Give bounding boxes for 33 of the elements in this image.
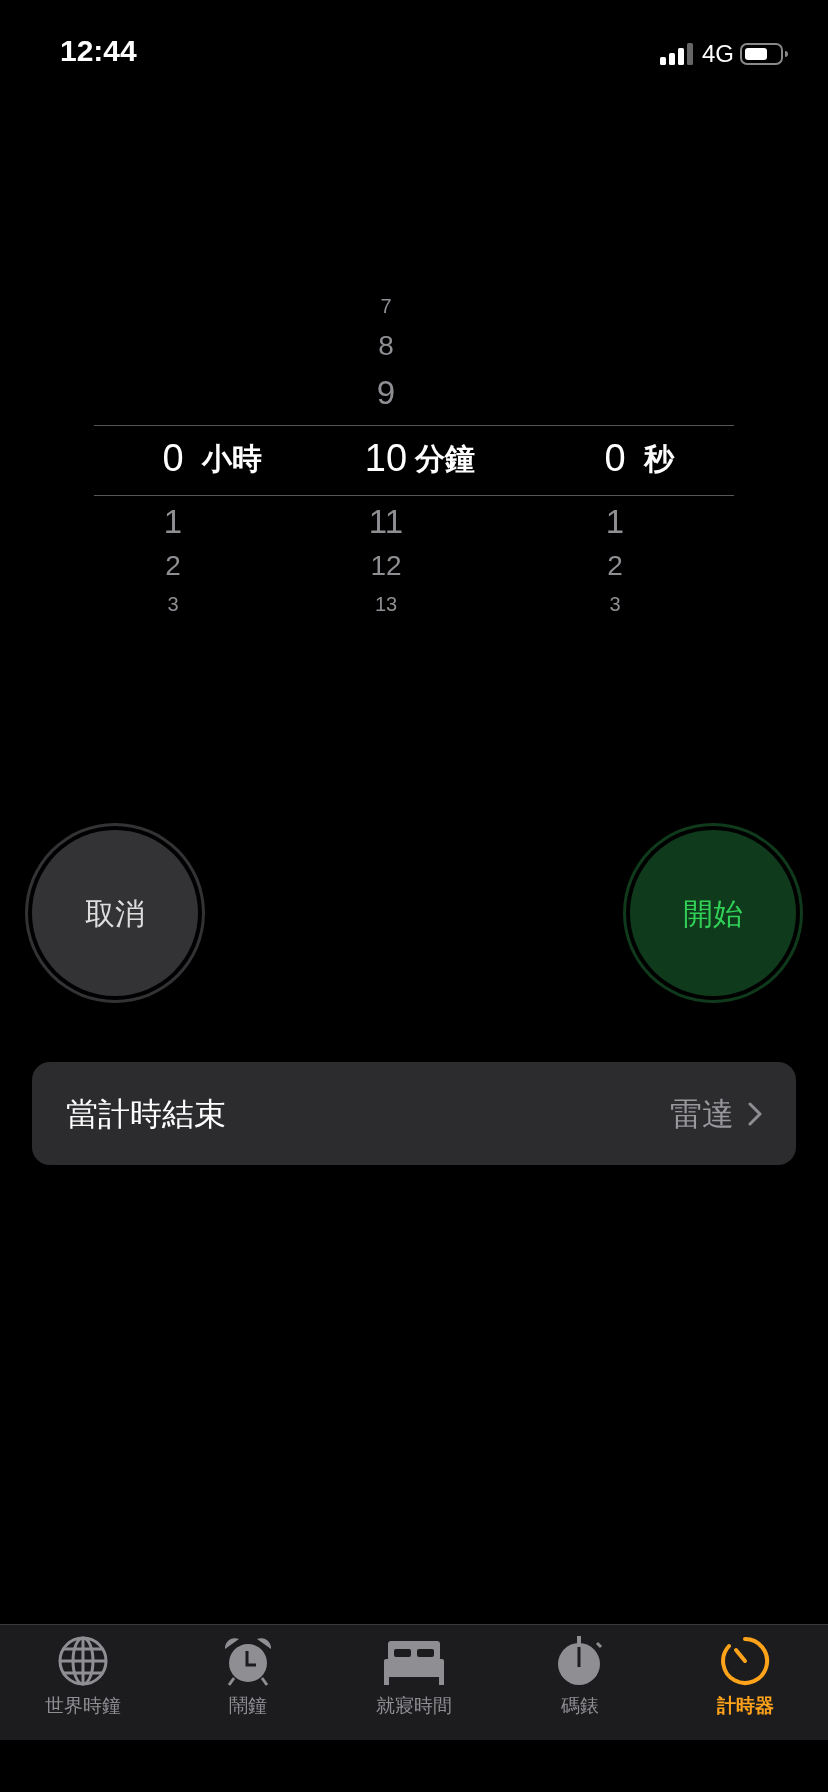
tab-item[interactable]: 鬧鐘	[165, 1625, 332, 1740]
picker-unit: 秒	[644, 439, 674, 478]
picker-option[interactable]: 2	[586, 552, 644, 580]
picker-unit: 小時	[202, 439, 262, 478]
tab-item[interactable]: 就寢時間	[331, 1625, 497, 1740]
chevron-icon	[748, 1101, 762, 1126]
picker-option[interactable]: 8	[357, 332, 415, 360]
battery-icon	[740, 42, 788, 66]
tab-item[interactable]: 碼錶	[496, 1625, 663, 1740]
picker-option[interactable]: 1	[586, 505, 644, 538]
picker-value[interactable]: 0	[586, 439, 644, 477]
picker-option[interactable]: 1	[144, 505, 202, 538]
picker-option[interactable]: 3	[586, 594, 644, 614]
picker-option[interactable]: 9	[357, 376, 415, 409]
picker-unit: 分鐘	[415, 439, 475, 478]
picker-value[interactable]: 0	[144, 439, 202, 477]
setting-row[interactable]: 當計時結束 雷達	[32, 1062, 796, 1165]
tab-item[interactable]: 世界時鐘	[0, 1625, 166, 1740]
signal-icon	[660, 42, 696, 66]
globe-icon	[56, 1635, 109, 1687]
setting-value: 雷達	[670, 1093, 734, 1135]
picker-option[interactable]: 11	[357, 505, 415, 538]
picker-option[interactable]: 7	[357, 296, 415, 316]
timer-icon	[719, 1635, 772, 1687]
setting-label: 當計時結束	[66, 1093, 227, 1135]
picker-option[interactable]: 2	[144, 552, 202, 580]
picker-option[interactable]: 13	[357, 594, 415, 614]
picker-option[interactable]: 3	[144, 594, 202, 614]
network-label: 4G	[702, 39, 734, 69]
picker-option[interactable]: 12	[357, 552, 415, 580]
picker-value[interactable]: 10	[357, 439, 415, 477]
tab-item[interactable]: 計時器	[662, 1625, 828, 1740]
status-time: 12:44	[60, 33, 137, 69]
